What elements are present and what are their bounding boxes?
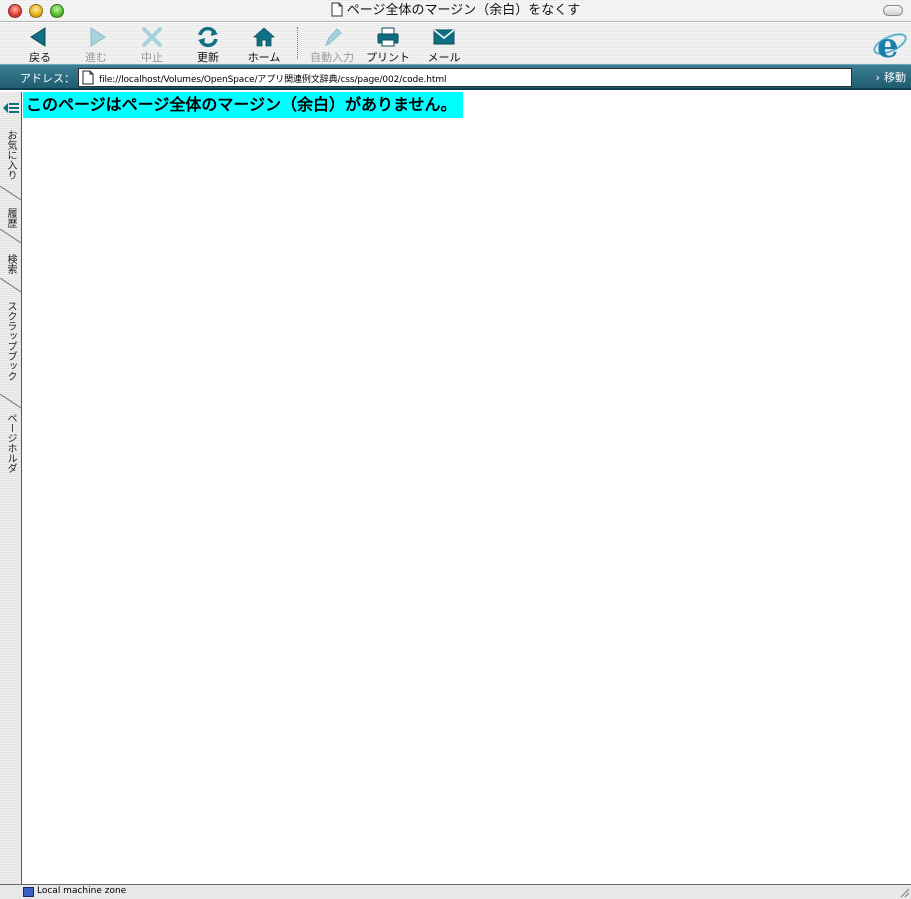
toolbar-separator bbox=[297, 27, 298, 59]
autofill-label: 自動入力 bbox=[310, 51, 354, 64]
mail-envelope-icon bbox=[432, 26, 456, 48]
home-icon bbox=[252, 26, 276, 48]
forward-button[interactable]: 進む bbox=[68, 25, 124, 64]
explorer-bar-toggle-icon[interactable] bbox=[0, 99, 22, 117]
back-label: 戻る bbox=[29, 51, 51, 64]
title-bar: ページ全体のマージン（余白）をなくす bbox=[0, 0, 911, 22]
window-title: ページ全体のマージン（余白）をなくす bbox=[346, 3, 581, 18]
address-url: file://localhost/Volumes/OpenSpace/アプリ関連… bbox=[99, 75, 447, 85]
forward-arrow-icon bbox=[84, 26, 108, 48]
go-button[interactable]: › 移動 bbox=[876, 69, 906, 85]
address-input[interactable]: file://localhost/Volumes/OpenSpace/アプリ関連… bbox=[78, 68, 852, 87]
mail-button[interactable]: メール bbox=[416, 25, 472, 64]
ie-logo: e bbox=[872, 26, 908, 66]
sidebar-tab-divider bbox=[0, 186, 21, 200]
printer-icon bbox=[376, 26, 400, 48]
zone-icon bbox=[23, 887, 34, 897]
refresh-icon bbox=[196, 26, 220, 48]
back-arrow-icon bbox=[28, 26, 52, 48]
go-arrow-icon: › bbox=[875, 71, 880, 84]
sidebar-tab-history[interactable]: 履歴 bbox=[0, 200, 21, 230]
sidebar-tab-label: 履歴 bbox=[5, 208, 16, 228]
sidebar-tab-search[interactable]: 検索 bbox=[0, 246, 21, 276]
resize-grip-icon[interactable] bbox=[898, 886, 910, 898]
sidebar-tab-label: スクラップブック bbox=[5, 301, 16, 381]
page-content: このページはページ全体のマージン（余白）がありません。 bbox=[23, 92, 911, 884]
home-button[interactable]: ホーム bbox=[236, 25, 292, 64]
sidebar-tab-label: 検索 bbox=[5, 254, 16, 274]
sidebar-tab-label: ページホルダ bbox=[5, 413, 16, 473]
autofill-button[interactable]: 自動入力 bbox=[304, 25, 360, 64]
sidebar-tab-scrapbook[interactable]: スクラップブック bbox=[0, 293, 21, 393]
sidebar-tab-favorites[interactable]: お気に入り bbox=[0, 122, 21, 188]
sidebar-tab-divider bbox=[0, 229, 21, 243]
back-button[interactable]: 戻る bbox=[12, 25, 68, 64]
print-label: プリント bbox=[366, 51, 410, 64]
forward-label: 進む bbox=[85, 51, 107, 64]
status-text: Local machine zone bbox=[37, 886, 127, 896]
svg-text:e: e bbox=[877, 26, 899, 62]
page-icon bbox=[82, 70, 94, 89]
toolbar: 戻る 進む 中止 更新 ホーム 自動入力 プリント メール e bbox=[0, 23, 911, 66]
print-button[interactable]: プリント bbox=[360, 25, 416, 64]
address-label: アドレス： bbox=[20, 72, 75, 85]
browser-window: ページ全体のマージン（余白）をなくす 戻る 進む 中止 更新 ホーム 自動入力 … bbox=[0, 0, 911, 899]
stop-button[interactable]: 中止 bbox=[124, 25, 180, 64]
go-label: 移動 bbox=[884, 71, 906, 84]
home-label: ホーム bbox=[247, 51, 281, 64]
refresh-button[interactable]: 更新 bbox=[180, 25, 236, 64]
document-icon bbox=[331, 2, 343, 22]
page-heading-text: このページはページ全体のマージン（余白）がありません。 bbox=[23, 92, 463, 118]
stop-label: 中止 bbox=[141, 51, 163, 64]
sidebar-tab-label: お気に入り bbox=[5, 130, 16, 180]
sidebar-tab-page-holder[interactable]: ページホルダ bbox=[0, 405, 21, 489]
status-bar: Local machine zone bbox=[0, 884, 911, 899]
autofill-pen-icon bbox=[320, 26, 344, 48]
refresh-label: 更新 bbox=[197, 51, 219, 64]
explorer-bar-tabs: お気に入り 履歴 検索 スクラップブック ページホルダ bbox=[0, 92, 22, 884]
address-bar: アドレス： file://localhost/Volumes/OpenSpace… bbox=[0, 64, 911, 90]
toolbar-toggle-button[interactable] bbox=[883, 5, 903, 16]
stop-x-icon bbox=[140, 26, 164, 48]
sidebar-tab-divider bbox=[0, 278, 21, 292]
mail-label: メール bbox=[427, 51, 461, 64]
window-title-area: ページ全体のマージン（余白）をなくす bbox=[0, 2, 911, 22]
